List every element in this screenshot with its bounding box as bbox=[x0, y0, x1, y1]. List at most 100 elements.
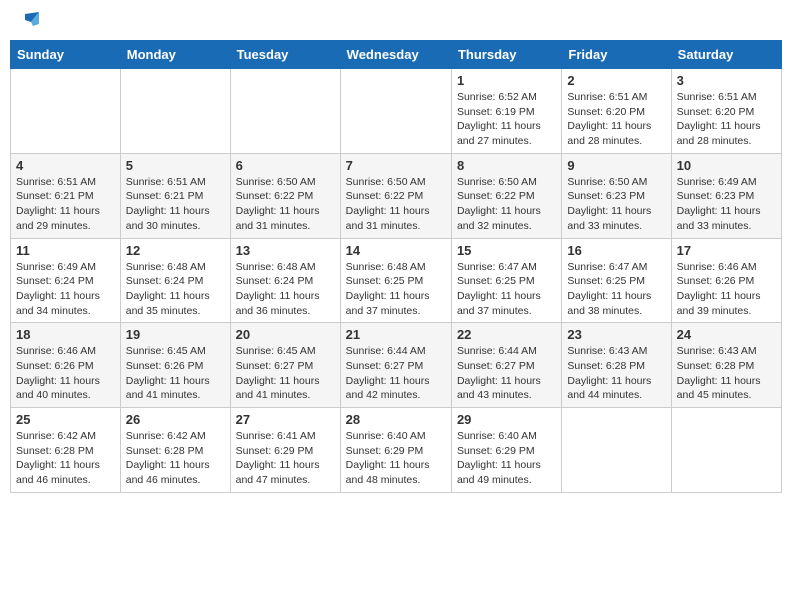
logo bbox=[15, 10, 39, 32]
calendar-table: SundayMondayTuesdayWednesdayThursdayFrid… bbox=[10, 40, 782, 493]
page-header bbox=[10, 10, 782, 32]
day-number: 3 bbox=[677, 73, 776, 88]
day-info: Sunrise: 6:48 AMSunset: 6:25 PMDaylight:… bbox=[346, 260, 446, 319]
day-number: 6 bbox=[236, 158, 335, 173]
day-info: Sunrise: 6:49 AMSunset: 6:24 PMDaylight:… bbox=[16, 260, 115, 319]
weekday-header-saturday: Saturday bbox=[671, 41, 781, 69]
day-number: 26 bbox=[126, 412, 225, 427]
calendar-cell: 28 Sunrise: 6:40 AMSunset: 6:29 PMDayligh… bbox=[340, 408, 451, 493]
calendar-cell bbox=[11, 69, 121, 154]
weekday-header-wednesday: Wednesday bbox=[340, 41, 451, 69]
day-number: 16 bbox=[567, 243, 665, 258]
day-number: 4 bbox=[16, 158, 115, 173]
day-number: 1 bbox=[457, 73, 556, 88]
calendar-week-row: 4 Sunrise: 6:51 AMSunset: 6:21 PMDaylight… bbox=[11, 153, 782, 238]
calendar-cell: 22 Sunrise: 6:44 AMSunset: 6:27 PMDayligh… bbox=[451, 323, 561, 408]
day-number: 24 bbox=[677, 327, 776, 342]
calendar-cell: 9Sunrise: 6:50 AMSunset: 6:23 PMDaylight… bbox=[562, 153, 671, 238]
day-number: 14 bbox=[346, 243, 446, 258]
day-info: Sunrise: 6:45 AMSunset: 6:27 PMDaylight:… bbox=[236, 344, 335, 403]
weekday-header-tuesday: Tuesday bbox=[230, 41, 340, 69]
day-info: Sunrise: 6:41 AMSunset: 6:29 PMDaylight:… bbox=[236, 429, 335, 488]
day-info: Sunrise: 6:48 AMSunset: 6:24 PMDaylight:… bbox=[126, 260, 225, 319]
calendar-week-row: 18 Sunrise: 6:46 AMSunset: 6:26 PMDayligh… bbox=[11, 323, 782, 408]
calendar-cell: 10 Sunrise: 6:49 AMSunset: 6:23 PMDayligh… bbox=[671, 153, 781, 238]
day-number: 7 bbox=[346, 158, 446, 173]
calendar-cell: 16 Sunrise: 6:47 AMSunset: 6:25 PMDayligh… bbox=[562, 238, 671, 323]
calendar-week-row: 1 Sunrise: 6:52 AMSunset: 6:19 PMDaylight… bbox=[11, 69, 782, 154]
day-info: Sunrise: 6:50 AMSunset: 6:22 PMDaylight:… bbox=[346, 175, 446, 234]
calendar-cell bbox=[671, 408, 781, 493]
day-number: 23 bbox=[567, 327, 665, 342]
calendar-cell: 12 Sunrise: 6:48 AMSunset: 6:24 PMDayligh… bbox=[120, 238, 230, 323]
day-number: 9 bbox=[567, 158, 665, 173]
day-number: 5 bbox=[126, 158, 225, 173]
day-number: 28 bbox=[346, 412, 446, 427]
day-number: 15 bbox=[457, 243, 556, 258]
weekday-header-row: SundayMondayTuesdayWednesdayThursdayFrid… bbox=[11, 41, 782, 69]
day-info: Sunrise: 6:42 AMSunset: 6:28 PMDaylight:… bbox=[16, 429, 115, 488]
day-info: Sunrise: 6:40 AMSunset: 6:29 PMDaylight:… bbox=[346, 429, 446, 488]
day-info: Sunrise: 6:42 AMSunset: 6:28 PMDaylight:… bbox=[126, 429, 225, 488]
calendar-cell: 13 Sunrise: 6:48 AMSunset: 6:24 PMDayligh… bbox=[230, 238, 340, 323]
calendar-cell: 29 Sunrise: 6:40 AMSunset: 6:29 PMDayligh… bbox=[451, 408, 561, 493]
day-number: 20 bbox=[236, 327, 335, 342]
calendar-cell bbox=[340, 69, 451, 154]
calendar-cell: 14 Sunrise: 6:48 AMSunset: 6:25 PMDayligh… bbox=[340, 238, 451, 323]
calendar-cell: 11 Sunrise: 6:49 AMSunset: 6:24 PMDayligh… bbox=[11, 238, 121, 323]
calendar-cell: 1 Sunrise: 6:52 AMSunset: 6:19 PMDaylight… bbox=[451, 69, 561, 154]
day-info: Sunrise: 6:51 AMSunset: 6:21 PMDaylight:… bbox=[126, 175, 225, 234]
day-number: 17 bbox=[677, 243, 776, 258]
day-info: Sunrise: 6:52 AMSunset: 6:19 PMDaylight:… bbox=[457, 90, 556, 149]
day-info: Sunrise: 6:40 AMSunset: 6:29 PMDaylight:… bbox=[457, 429, 556, 488]
day-info: Sunrise: 6:47 AMSunset: 6:25 PMDaylight:… bbox=[457, 260, 556, 319]
calendar-cell bbox=[230, 69, 340, 154]
calendar-cell: 2 Sunrise: 6:51 AMSunset: 6:20 PMDaylight… bbox=[562, 69, 671, 154]
day-number: 18 bbox=[16, 327, 115, 342]
day-number: 19 bbox=[126, 327, 225, 342]
calendar-cell: 18 Sunrise: 6:46 AMSunset: 6:26 PMDayligh… bbox=[11, 323, 121, 408]
day-number: 27 bbox=[236, 412, 335, 427]
day-info: Sunrise: 6:44 AMSunset: 6:27 PMDaylight:… bbox=[346, 344, 446, 403]
calendar-cell bbox=[562, 408, 671, 493]
calendar-cell: 19 Sunrise: 6:45 AMSunset: 6:26 PMDayligh… bbox=[120, 323, 230, 408]
day-number: 12 bbox=[126, 243, 225, 258]
calendar-cell: 15 Sunrise: 6:47 AMSunset: 6:25 PMDayligh… bbox=[451, 238, 561, 323]
day-info: Sunrise: 6:46 AMSunset: 6:26 PMDaylight:… bbox=[677, 260, 776, 319]
weekday-header-monday: Monday bbox=[120, 41, 230, 69]
day-info: Sunrise: 6:51 AMSunset: 6:20 PMDaylight:… bbox=[567, 90, 665, 149]
day-info: Sunrise: 6:43 AMSunset: 6:28 PMDaylight:… bbox=[677, 344, 776, 403]
day-info: Sunrise: 6:44 AMSunset: 6:27 PMDaylight:… bbox=[457, 344, 556, 403]
day-info: Sunrise: 6:51 AMSunset: 6:20 PMDaylight:… bbox=[677, 90, 776, 149]
day-info: Sunrise: 6:51 AMSunset: 6:21 PMDaylight:… bbox=[16, 175, 115, 234]
calendar-cell: 21 Sunrise: 6:44 AMSunset: 6:27 PMDayligh… bbox=[340, 323, 451, 408]
logo-bird-icon bbox=[17, 10, 39, 32]
day-number: 8 bbox=[457, 158, 556, 173]
calendar-cell: 3 Sunrise: 6:51 AMSunset: 6:20 PMDaylight… bbox=[671, 69, 781, 154]
day-number: 21 bbox=[346, 327, 446, 342]
day-number: 2 bbox=[567, 73, 665, 88]
day-number: 29 bbox=[457, 412, 556, 427]
calendar-week-row: 11 Sunrise: 6:49 AMSunset: 6:24 PMDayligh… bbox=[11, 238, 782, 323]
day-number: 22 bbox=[457, 327, 556, 342]
weekday-header-friday: Friday bbox=[562, 41, 671, 69]
day-number: 13 bbox=[236, 243, 335, 258]
calendar-cell: 23 Sunrise: 6:43 AMSunset: 6:28 PMDayligh… bbox=[562, 323, 671, 408]
day-info: Sunrise: 6:49 AMSunset: 6:23 PMDaylight:… bbox=[677, 175, 776, 234]
day-info: Sunrise: 6:50 AMSunset: 6:22 PMDaylight:… bbox=[457, 175, 556, 234]
weekday-header-sunday: Sunday bbox=[11, 41, 121, 69]
day-info: Sunrise: 6:48 AMSunset: 6:24 PMDaylight:… bbox=[236, 260, 335, 319]
day-info: Sunrise: 6:46 AMSunset: 6:26 PMDaylight:… bbox=[16, 344, 115, 403]
calendar-week-row: 25Sunrise: 6:42 AMSunset: 6:28 PMDayligh… bbox=[11, 408, 782, 493]
calendar-cell: 20 Sunrise: 6:45 AMSunset: 6:27 PMDayligh… bbox=[230, 323, 340, 408]
day-info: Sunrise: 6:43 AMSunset: 6:28 PMDaylight:… bbox=[567, 344, 665, 403]
calendar-cell: 17 Sunrise: 6:46 AMSunset: 6:26 PMDayligh… bbox=[671, 238, 781, 323]
day-number: 11 bbox=[16, 243, 115, 258]
day-number: 10 bbox=[677, 158, 776, 173]
calendar-cell: 7 Sunrise: 6:50 AMSunset: 6:22 PMDaylight… bbox=[340, 153, 451, 238]
calendar-cell: 5 Sunrise: 6:51 AMSunset: 6:21 PMDaylight… bbox=[120, 153, 230, 238]
day-info: Sunrise: 6:47 AMSunset: 6:25 PMDaylight:… bbox=[567, 260, 665, 319]
day-info: Sunrise: 6:45 AMSunset: 6:26 PMDaylight:… bbox=[126, 344, 225, 403]
day-info: Sunrise: 6:50 AMSunset: 6:22 PMDaylight:… bbox=[236, 175, 335, 234]
calendar-cell: 25Sunrise: 6:42 AMSunset: 6:28 PMDayligh… bbox=[11, 408, 121, 493]
